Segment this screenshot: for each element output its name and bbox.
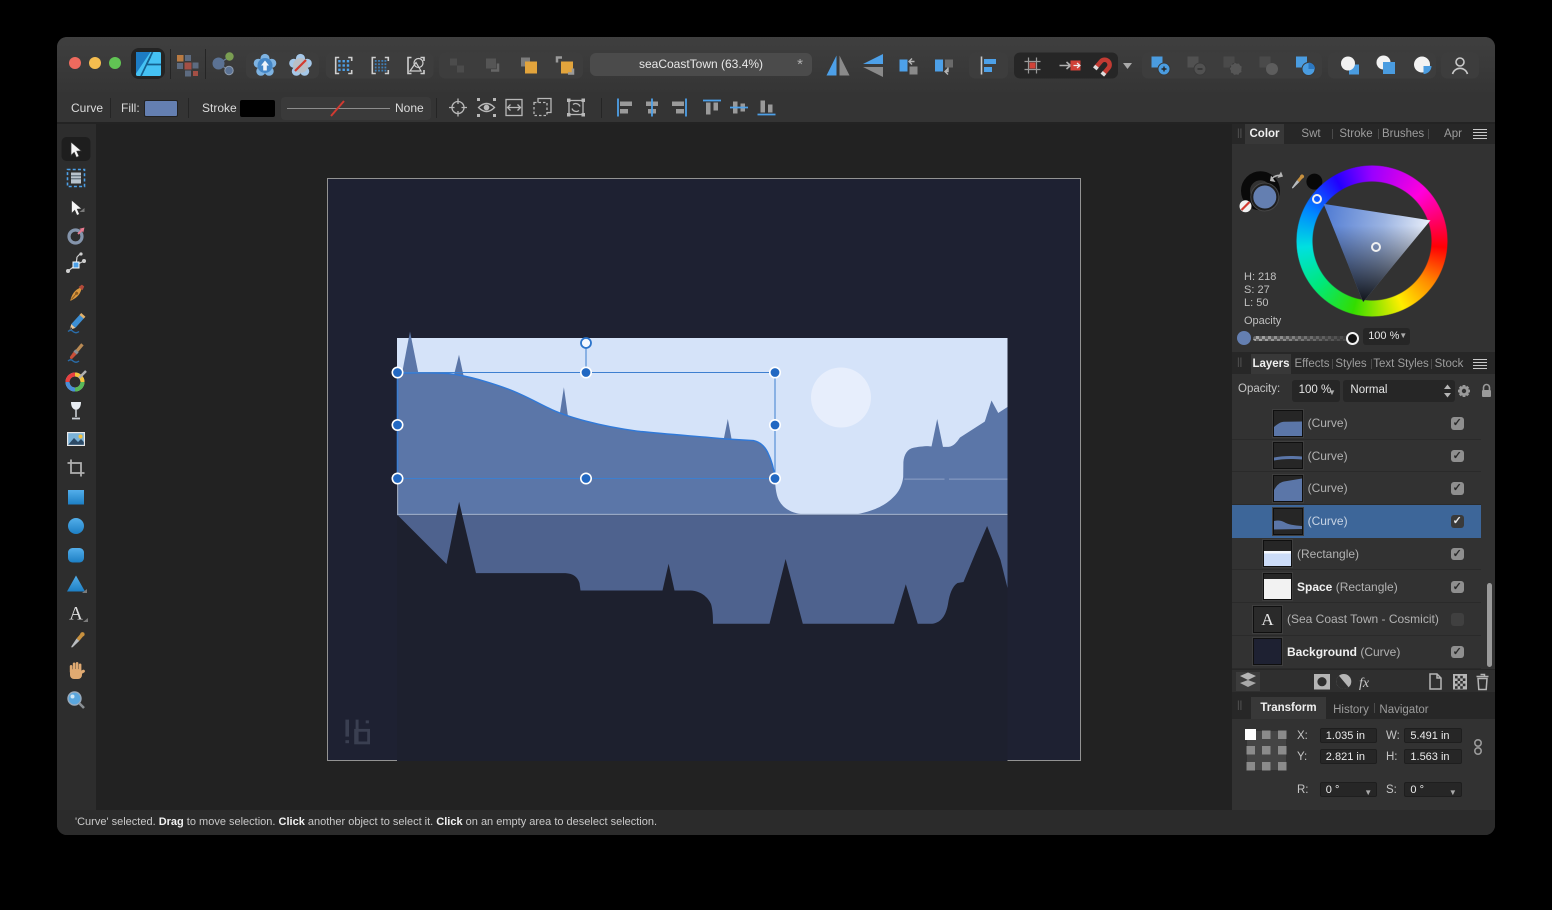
svg-text:fx: fx [1359, 676, 1370, 691]
svg-text:A: A [69, 604, 83, 625]
